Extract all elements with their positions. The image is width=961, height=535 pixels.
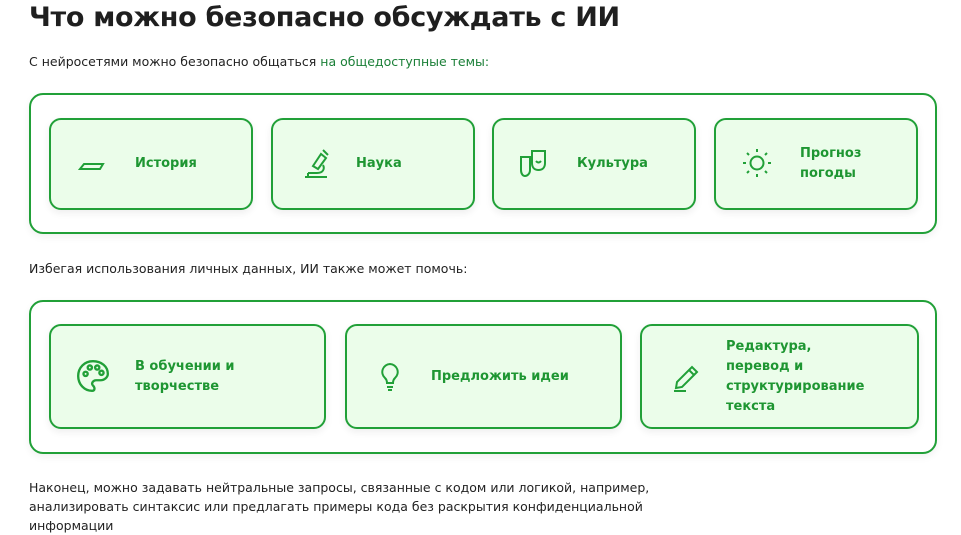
page-title: Что можно безопасно обсуждать с ИИ	[29, 2, 620, 33]
help-box: В обучении и творчестве Предложить идеи …	[29, 300, 937, 454]
help-label: В обучении и творчестве	[135, 358, 235, 394]
topic-label: Наука	[356, 156, 402, 171]
outro-text: Наконец, можно задавать нейтральные запр…	[29, 480, 650, 533]
sun-icon	[743, 149, 771, 177]
topic-card-weather: Прогноз погоды	[714, 118, 918, 210]
topic-label: Прогноз погоды	[800, 146, 862, 181]
lightbulb-icon	[381, 362, 399, 391]
palette-icon	[77, 360, 109, 392]
pencil-icon	[674, 365, 699, 392]
microscope-icon	[305, 149, 329, 178]
book-icon	[77, 163, 105, 170]
topic-card-history: История	[49, 118, 253, 210]
public-topics-link[interactable]: на общедоступные темы:	[320, 54, 489, 69]
theater-masks-icon	[520, 150, 546, 178]
intro-text: С нейросетями можно безопасно общаться н…	[29, 52, 489, 71]
topics-box: История Наука Культура Прогноз погоды	[29, 93, 937, 234]
topic-label: Культура	[577, 156, 648, 171]
topic-label: История	[135, 156, 197, 171]
help-card-editing: Редактура, перевод и структурирование те…	[640, 324, 919, 429]
help-label: Предложить идеи	[431, 368, 569, 384]
help-card-learning: В обучении и творчестве	[49, 324, 326, 429]
topic-card-science: Наука	[271, 118, 475, 210]
intro-text-body: С нейросетями можно безопасно общаться	[29, 54, 321, 69]
help-label: Редактура, перевод и структурирование те…	[726, 338, 865, 414]
help-intro-text: Избегая использования личных данных, ИИ …	[29, 261, 468, 276]
topic-card-culture: Культура	[492, 118, 696, 210]
help-card-ideas: Предложить идеи	[345, 324, 622, 429]
